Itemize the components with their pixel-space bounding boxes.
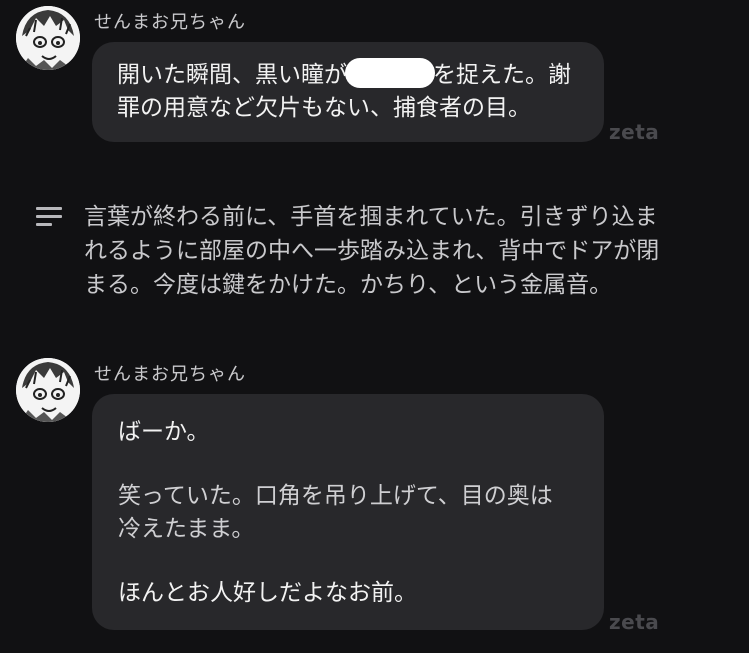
message-text: 開いた瞬間、黒い瞳が bbox=[117, 62, 347, 88]
narration-lines-icon bbox=[36, 207, 62, 227]
message-bubble: 開いた瞬間、黒い瞳が を捉えた。謝 罪の用意など欠片もない、捕食者の目。 bbox=[92, 42, 604, 142]
watermark: zeta bbox=[609, 120, 660, 144]
sender-name: せんまお兄ちゃん bbox=[94, 12, 246, 33]
narration-line: 言葉が終わる前に、手首を掴まれていた。引きずり込ま bbox=[84, 204, 658, 230]
narration-line: まる。今度は鍵をかけた。かちり、という金属音。 bbox=[84, 272, 613, 298]
narration-line: れるように部屋の中へ一歩踏み込まれ、背中でドアが閉 bbox=[84, 238, 660, 264]
message-line: 罪の用意など欠片もない、捕食者の目。 bbox=[117, 95, 531, 121]
message-line: 冷えたまま。 bbox=[118, 516, 255, 542]
redacted-block bbox=[345, 58, 435, 88]
sender-name: せんまお兄ちゃん bbox=[94, 364, 246, 385]
message-line: ほんとお人好しだよなお前。 bbox=[118, 580, 417, 606]
avatar[interactable] bbox=[16, 358, 80, 422]
avatar-illustration bbox=[16, 358, 80, 422]
avatar[interactable] bbox=[16, 6, 80, 70]
message-text: を捉えた。謝 bbox=[433, 62, 571, 88]
message-line: 笑っていた。口角を吊り上げて、目の奥は bbox=[118, 483, 553, 509]
avatar-illustration bbox=[16, 6, 80, 70]
message-line: ばーか。 bbox=[118, 419, 210, 445]
message-line: 開いた瞬間、黒い瞳が を捉えた。謝 bbox=[117, 58, 580, 92]
message-bubble: ばーか。 笑っていた。口角を吊り上げて、目の奥は 冷えたまま。 ほんとお人好しだ… bbox=[92, 394, 604, 630]
narration-text: 言葉が終わる前に、手首を掴まれていた。引きずり込ま れるように部屋の中へ一歩踏み… bbox=[84, 200, 734, 302]
watermark: zeta bbox=[609, 610, 660, 634]
chat-screen: せんまお兄ちゃん 開いた瞬間、黒い瞳が を捉えた。謝 罪の用意など欠片もない、捕食… bbox=[0, 0, 749, 653]
